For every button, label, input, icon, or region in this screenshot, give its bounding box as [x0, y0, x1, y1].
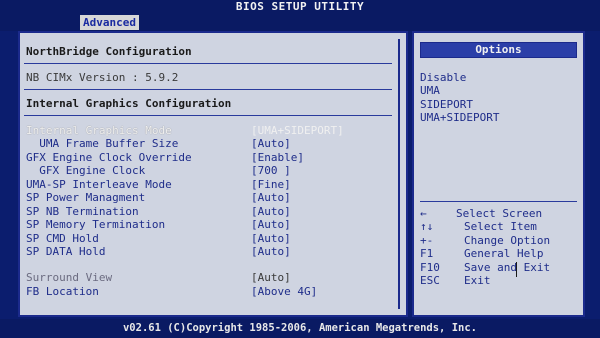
option-item[interactable]: UMA	[420, 84, 440, 97]
value-sp-data-hold[interactable]: [Auto]	[251, 245, 291, 258]
option-item[interactable]: SIDEPORT	[420, 98, 473, 111]
copyright-footer: v02.61 (C)Copyright 1985-2006, American …	[0, 319, 600, 338]
key-desc: Change Option	[464, 234, 551, 247]
divider	[420, 201, 577, 202]
value-sp-memory-termination[interactable]: [Auto]	[251, 218, 291, 231]
version-label: NB CIMx Version : 5.9.2	[26, 71, 179, 84]
setting-uma-sp-interleave-mode[interactable]: UMA-SP Interleave Mode	[26, 178, 172, 191]
value-sp-nb-termination[interactable]: [Auto]	[251, 205, 291, 218]
setting-fb-location[interactable]: FB Location	[26, 285, 99, 298]
key-desc: Save and Exit	[464, 261, 551, 274]
divider	[24, 89, 392, 90]
setting-internal-graphics-mode[interactable]: Internal Graphics Mode	[26, 124, 172, 137]
value-uma-frame-buffer-size[interactable]: [Auto]	[251, 137, 291, 150]
value-uma-sp-interleave-mode[interactable]: [Fine]	[251, 178, 291, 191]
value-gfx-engine-clock[interactable]: [700 ]	[251, 164, 291, 177]
section-title: Internal Graphics Configuration	[26, 97, 232, 110]
key-desc: Select Screen	[456, 207, 543, 220]
tab-bar: Advanced	[0, 14, 600, 31]
option-item[interactable]: Disable	[420, 71, 466, 84]
value-gfx-engine-clock-override[interactable]: [Enable]	[251, 151, 304, 164]
value-surround-view: [Auto]	[251, 271, 291, 284]
setting-sp-power-management[interactable]: SP Power Managment	[26, 191, 145, 204]
key-desc: General Help	[464, 247, 544, 260]
tab-advanced[interactable]: Advanced	[80, 15, 139, 30]
setting-surround-view: Surround View	[26, 271, 113, 284]
value-sp-cmd-hold[interactable]: [Auto]	[251, 232, 291, 245]
key-arrows-updown-icon: ↑↓	[420, 220, 434, 233]
value-fb-location[interactable]: [Above 4G]	[251, 285, 317, 298]
setting-gfx-engine-clock-override[interactable]: GFX Engine Clock Override	[26, 151, 192, 164]
options-header: Options	[420, 42, 577, 58]
mouse-cursor-icon	[516, 262, 517, 277]
setting-sp-memory-termination[interactable]: SP Memory Termination	[26, 218, 165, 231]
key-f1: F1	[420, 247, 434, 260]
value-internal-graphics-mode[interactable]: [UMA+SIDEPORT]	[251, 124, 344, 137]
value-sp-power-management[interactable]: [Auto]	[251, 191, 291, 204]
help-panel: Options Disable UMA SIDEPORT UMA+SIDEPOR…	[412, 31, 585, 317]
key-f10: F10	[420, 261, 440, 274]
setting-gfx-engine-clock[interactable]: GFX Engine Clock	[26, 164, 145, 177]
divider	[24, 63, 392, 64]
setting-uma-frame-buffer-size[interactable]: UMA Frame Buffer Size	[26, 137, 178, 150]
setting-sp-cmd-hold[interactable]: SP CMD Hold	[26, 232, 99, 245]
bios-title: BIOS SETUP UTILITY	[0, 0, 600, 14]
setting-sp-nb-termination[interactable]: SP NB Termination	[26, 205, 139, 218]
key-arrow-left-icon: ←	[420, 207, 427, 220]
settings-panel: NorthBridge Configuration NB CIMx Versio…	[18, 31, 408, 317]
option-item[interactable]: UMA+SIDEPORT	[420, 111, 499, 124]
scrollbar[interactable]	[398, 39, 400, 309]
setting-sp-data-hold[interactable]: SP DATA Hold	[26, 245, 105, 258]
page-title: NorthBridge Configuration	[26, 45, 192, 58]
key-desc: Exit	[464, 274, 491, 287]
divider	[24, 115, 392, 116]
key-desc: Select Item	[464, 220, 537, 233]
key-esc: ESC	[420, 274, 440, 287]
key-plus-minus: +-	[420, 234, 434, 247]
